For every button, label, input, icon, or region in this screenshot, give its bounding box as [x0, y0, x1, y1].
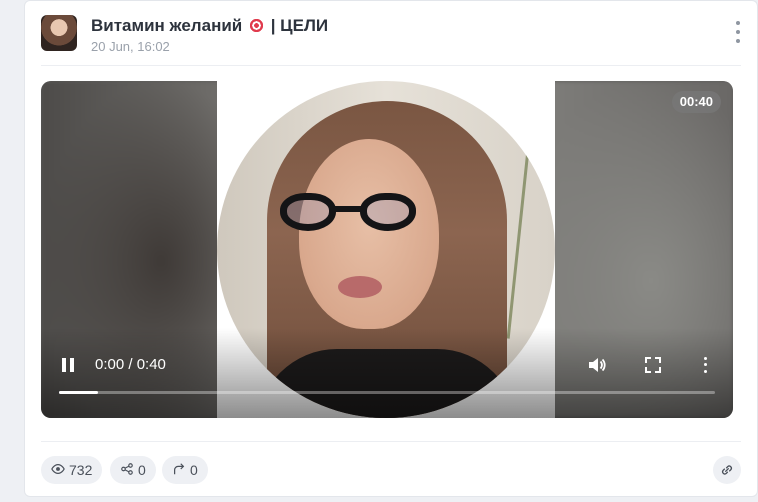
pause-icon[interactable] — [59, 355, 79, 375]
fullscreen-icon[interactable] — [643, 355, 663, 375]
volume-icon[interactable] — [587, 355, 607, 375]
shares-counter[interactable]: 0 — [110, 456, 156, 484]
video-player[interactable]: 00:40 0:00 / 0:40 — [41, 81, 733, 418]
eye-icon — [51, 462, 65, 479]
progress-bar[interactable] — [59, 391, 715, 394]
post-footer: 732 0 0 — [41, 456, 741, 486]
views-counter[interactable]: 732 — [41, 456, 103, 484]
channel-tag: | ЦЕЛИ — [270, 16, 329, 35]
footer-divider — [41, 441, 741, 442]
forwards-counter[interactable]: 0 — [162, 456, 208, 484]
video-options-icon[interactable] — [701, 355, 709, 375]
channel-title[interactable]: Витамин желаний | ЦЕЛИ — [91, 16, 328, 36]
more-vertical-icon[interactable] — [733, 21, 743, 43]
channel-avatar[interactable] — [41, 15, 77, 51]
shares-count: 0 — [138, 462, 146, 478]
forwards-count: 0 — [190, 462, 198, 478]
share-icon — [120, 462, 134, 479]
post-timestamp: 20 Jun, 16:02 — [91, 39, 170, 54]
time-display: 0:00 / 0:40 — [95, 356, 166, 373]
progress-fill — [59, 391, 99, 394]
forward-icon — [172, 462, 186, 479]
header-divider — [41, 65, 741, 66]
channel-name: Витамин желаний — [91, 16, 243, 35]
link-icon[interactable] — [713, 456, 741, 484]
duration-badge: 00:40 — [671, 91, 721, 113]
views-count: 732 — [69, 462, 93, 478]
post-header: Витамин желаний | ЦЕЛИ 20 Jun, 16:02 — [41, 15, 741, 55]
post-card: Витамин желаний | ЦЕЛИ 20 Jun, 16:02 00: — [24, 0, 758, 497]
target-emoji-icon — [248, 18, 264, 33]
